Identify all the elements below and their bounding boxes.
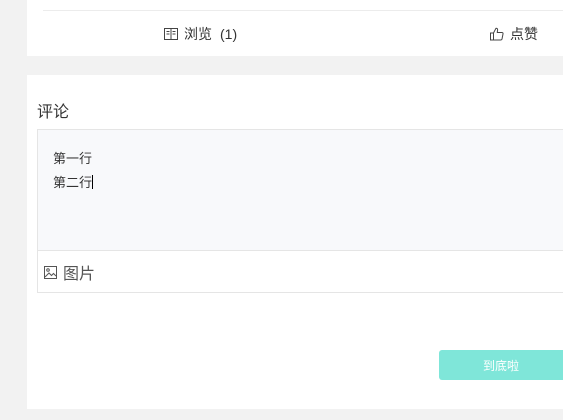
insert-image-button[interactable]: 图片 [44,260,95,284]
views-count: (1) [220,26,238,42]
like-label: 点赞 [510,26,538,42]
comment-card: 评论 第一行 第二行 图片 到底啦 [27,75,563,409]
submit-comment-button[interactable]: 到底啦 [439,350,563,380]
views-stat[interactable]: 浏览 (1) [164,25,237,43]
comment-line: 第一行 [53,151,93,166]
insert-image-label: 图片 [63,266,96,283]
image-icon [44,265,57,279]
comment-textarea[interactable]: 第一行 第二行 [38,130,563,251]
comment-line-with-caret: 第二行 [53,171,563,195]
comment-title: 评论 [37,104,70,121]
book-open-icon [164,27,178,41]
comment-editor: 第一行 第二行 图片 [37,129,563,293]
editor-toolbar: 图片 [38,252,563,292]
views-label: 浏览 [184,26,212,42]
post-stats-card: 浏览 (1) 点赞 [27,0,563,56]
text-caret [92,175,94,189]
comment-line: 第二行 [53,175,93,190]
divider [43,10,563,11]
thumbs-up-icon [490,27,504,41]
like-button[interactable]: 点赞 [490,25,538,43]
